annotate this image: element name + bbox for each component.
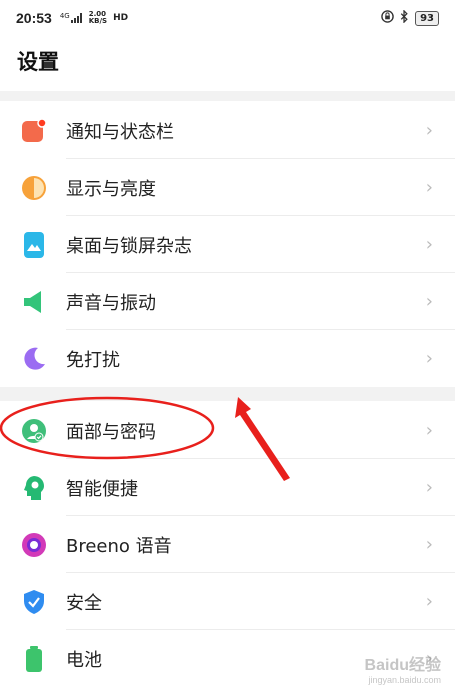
watermark-logo: Baidu经验 jingyan.baidu.com <box>364 657 441 685</box>
chevron-right-icon: › <box>425 591 433 612</box>
chevron-right-icon: › <box>425 348 433 369</box>
bluetooth-icon <box>400 8 409 27</box>
settings-item-wallpaper[interactable]: 桌面与锁屏杂志 › <box>0 216 455 273</box>
settings-item-sound[interactable]: 声音与振动 › <box>0 273 455 330</box>
settings-item-breeno[interactable]: Breeno 语音 › <box>0 516 455 573</box>
moon-icon <box>21 346 47 372</box>
settings-item-security[interactable]: 安全 › <box>0 573 455 630</box>
chevron-right-icon: › <box>425 534 433 555</box>
chevron-right-icon: › <box>425 177 433 198</box>
wallpaper-icon <box>21 231 47 258</box>
settings-item-label: 声音与振动 <box>66 292 156 314</box>
signal-icon: 4G <box>60 13 83 23</box>
settings-item-do-not-disturb[interactable]: 免打扰 › <box>0 330 455 387</box>
chevron-right-icon: › <box>425 234 433 255</box>
hd-icon: HD <box>113 13 129 23</box>
section-divider <box>0 387 455 401</box>
settings-item-label: Breeno 语音 <box>66 535 172 557</box>
shield-icon <box>21 589 47 615</box>
brightness-icon <box>21 175 47 201</box>
settings-item-smart[interactable]: 智能便捷 › <box>0 459 455 516</box>
chevron-right-icon: › <box>425 291 433 312</box>
network-type-label: 4G <box>59 12 70 20</box>
status-bar: 20:53 4G 2.00 KB/S HD 93 <box>0 0 455 36</box>
section-divider <box>0 91 455 101</box>
settings-item-label: 通知与状态栏 <box>66 121 174 143</box>
settings-item-label: 显示与亮度 <box>66 178 156 200</box>
breeno-icon <box>21 532 47 558</box>
settings-item-face-password[interactable]: 面部与密码 › <box>0 402 455 459</box>
page-title: 设置 <box>17 50 59 74</box>
smart-head-icon <box>21 475 47 501</box>
battery-indicator: 93 <box>415 10 439 26</box>
settings-item-label: 安全 <box>66 592 102 614</box>
network-speed: 2.00 KB/S <box>88 10 108 25</box>
face-password-icon <box>21 418 47 444</box>
chevron-right-icon: › <box>425 120 433 141</box>
battery-icon <box>21 645 47 672</box>
settings-item-label: 免打扰 <box>66 349 120 371</box>
speaker-icon <box>21 289 47 315</box>
settings-item-label: 电池 <box>66 649 102 671</box>
clock: 20:53 <box>16 10 52 26</box>
notification-icon <box>21 117 47 144</box>
settings-item-notification[interactable]: 通知与状态栏 › <box>0 102 455 159</box>
settings-item-label: 智能便捷 <box>66 478 138 500</box>
chevron-right-icon: › <box>425 420 433 441</box>
settings-item-label: 桌面与锁屏杂志 <box>66 235 192 257</box>
chevron-right-icon: › <box>425 477 433 498</box>
settings-item-display[interactable]: 显示与亮度 › <box>0 159 455 216</box>
rotation-lock-icon <box>381 9 394 27</box>
settings-item-label: 面部与密码 <box>66 421 156 443</box>
